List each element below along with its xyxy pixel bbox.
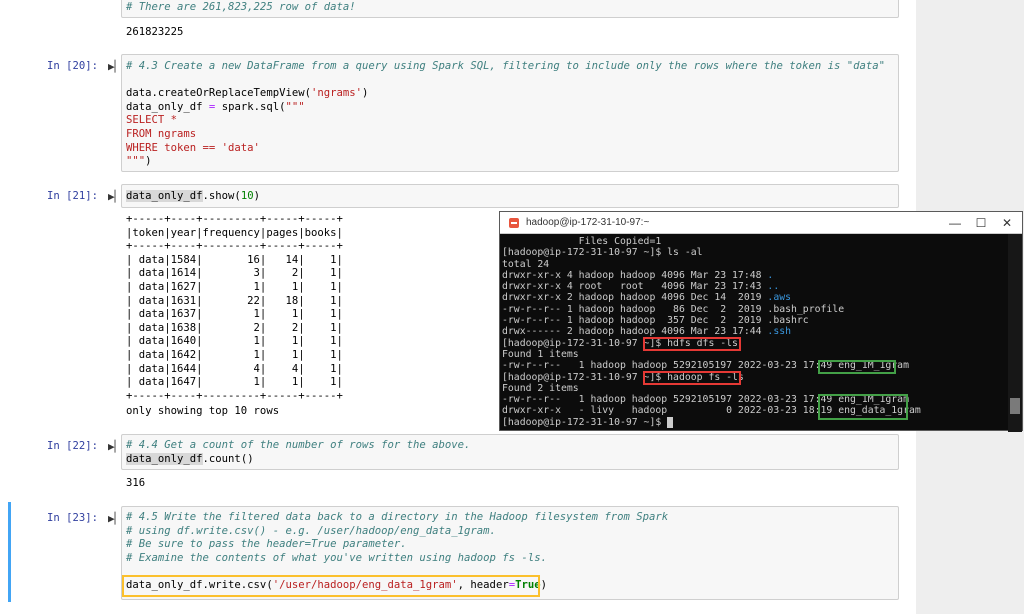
terminal-line: drwxr-xr-x 4 hadoop hadoop 4096 Mar 23 1… xyxy=(502,269,768,281)
code-comment: # 4.4 Get a count of the number of rows … xyxy=(126,439,471,451)
minimize-button[interactable]: — xyxy=(944,215,966,231)
cell-output-22: 316 xyxy=(126,477,146,489)
dataframe-show-output: +-----+----+---------+-----+-----+ |toke… xyxy=(126,213,343,402)
code-editor[interactable]: # 4.3 Create a new DataFrame from a quer… xyxy=(126,60,885,169)
run-cell-icon[interactable]: ▶▏ xyxy=(108,512,121,525)
terminal-dir-name: .aws xyxy=(767,292,792,304)
terminal-line: drwxr-xr-x - livy hadoop 0 2022-03-23 18… xyxy=(502,405,839,417)
terminal-line: Found 2 items xyxy=(502,382,579,394)
terminal-line: -rw-r--r-- 1 hadoop hadoop 86 Dec 2 2019… xyxy=(502,303,845,315)
code-string: SELECT * xyxy=(126,114,178,127)
code-token: ) xyxy=(145,155,152,168)
code-cell-22[interactable]: # 4.4 Get a count of the number of rows … xyxy=(121,434,899,470)
code-editor[interactable]: data_only_df.show(10) xyxy=(126,190,260,204)
cell-output-prev: 261823225 xyxy=(126,26,184,38)
code-cell-21[interactable]: data_only_df.show(10) xyxy=(121,184,899,208)
terminal-dir-name: .ssh xyxy=(767,326,792,338)
code-comment: # 4.3 Create a new DataFrame from a quer… xyxy=(126,60,885,72)
close-button[interactable]: ✕ xyxy=(996,215,1018,231)
code-token: data_only_df xyxy=(126,452,203,465)
terminal-line: total 24 xyxy=(502,258,550,270)
highlight-box-file-1 xyxy=(818,360,896,374)
show-footer: only showing top 10 rows xyxy=(126,405,280,417)
code-string: WHERE token == 'data' xyxy=(126,141,260,154)
cell-prompt-21: In [21]: xyxy=(46,190,98,202)
code-string: FROM ngrams xyxy=(126,127,197,140)
code-string: 'ngrams' xyxy=(310,87,362,100)
terminal-prompt: [hadoop@ip-172-31-10-97 ~]$ xyxy=(502,416,668,428)
terminal-line: drwxr-xr-x 2 hadoop hadoop 4096 Dec 14 2… xyxy=(502,292,768,304)
run-cell-icon[interactable]: ▶▏ xyxy=(108,440,121,453)
terminal-line: Files Copied=1 xyxy=(502,236,662,247)
terminal-line: -rw-r--r-- 1 hadoop hadoop 357 Dec 2 201… xyxy=(502,315,809,327)
code-comment: # Examine the contents of what you've wr… xyxy=(126,551,547,564)
terminal-titlebar[interactable]: hadoop@ip-172-31-10-97:~ — ☐ ✕ xyxy=(500,212,1022,234)
terminal-line: drwxr-xr-x 4 root root 4096 Mar 23 17:43 xyxy=(502,281,768,293)
terminal-window[interactable]: hadoop@ip-172-31-10-97:~ — ☐ ✕ Files Cop… xyxy=(499,211,1023,432)
code-cell-previous[interactable]: # There are 261,823,225 row of data! xyxy=(121,0,899,18)
code-comment: # using df.write.csv() - e.g. /user/hado… xyxy=(126,524,496,537)
terminal-dir-name: . xyxy=(767,269,774,281)
terminal-prompt: [hadoop@ip-172-31-10-97 ~] xyxy=(502,337,656,349)
highlight-box-write-csv xyxy=(122,575,540,597)
cell-prompt-20: In [20]: xyxy=(46,60,98,72)
code-token: data.createOrReplaceTempView( xyxy=(126,87,311,100)
terminal-line: [hadoop@ip-172-31-10-97 ~]$ ls -al xyxy=(502,247,703,259)
code-string: """ xyxy=(126,155,146,168)
code-token: .show( xyxy=(202,190,241,202)
run-cell-icon[interactable]: ▶▏ xyxy=(108,190,121,203)
code-token: ) xyxy=(362,87,369,100)
scrollbar-thumb[interactable] xyxy=(1010,398,1020,414)
git-bash-icon xyxy=(509,218,519,228)
code-number: 10 xyxy=(240,190,254,202)
run-cell-icon[interactable]: ▶▏ xyxy=(108,60,121,73)
code-string: """ xyxy=(285,100,305,113)
cell-prompt-23: In [23]: xyxy=(46,512,98,524)
cell-prompt-22: In [22]: xyxy=(46,440,98,452)
terminal-line: -rw-r--r-- 1 hadoop hadoop 5292105197 20… xyxy=(502,360,839,372)
code-token: ) xyxy=(540,578,547,591)
terminal-output[interactable]: Files Copied=1 [hadoop@ip-172-31-10-97 ~… xyxy=(502,236,1006,430)
code-token: ) xyxy=(253,190,260,202)
code-comment: # 4.5 Write the filtered data back to a … xyxy=(126,511,669,523)
code-cell-20[interactable]: # 4.3 Create a new DataFrame from a quer… xyxy=(121,54,899,172)
highlight-box-hadoop-cmd xyxy=(643,371,741,385)
terminal-scrollbar[interactable] xyxy=(1008,234,1022,432)
code-token: spark.sql( xyxy=(215,100,286,113)
terminal-title: hadoop@ip-172-31-10-97:~ xyxy=(526,217,650,228)
code-comment: # There are 261,823,225 row of data! xyxy=(126,1,356,13)
code-editor[interactable]: # 4.4 Get a count of the number of rows … xyxy=(126,439,470,466)
code-comment: # Be sure to pass the header=True parame… xyxy=(126,538,407,551)
code-token: data_only_df xyxy=(126,190,203,202)
highlight-box-hdfs-cmd xyxy=(643,337,741,351)
code-token: data_only_df xyxy=(126,100,209,113)
highlight-box-files-2 xyxy=(818,394,908,420)
terminal-line: Found 1 items xyxy=(502,348,579,360)
terminal-dir-name: .. xyxy=(767,281,780,293)
terminal-prompt: [hadoop@ip-172-31-10-97 ~] xyxy=(502,371,656,383)
terminal-line: drwx------ 2 hadoop hadoop 4096 Mar 23 1… xyxy=(502,326,768,338)
terminal-line: -rw-r--r-- 1 hadoop hadoop 5292105197 20… xyxy=(502,394,839,406)
code-token: .count() xyxy=(202,452,254,465)
maximize-button[interactable]: ☐ xyxy=(970,215,992,231)
selected-cell-indicator xyxy=(8,502,11,602)
